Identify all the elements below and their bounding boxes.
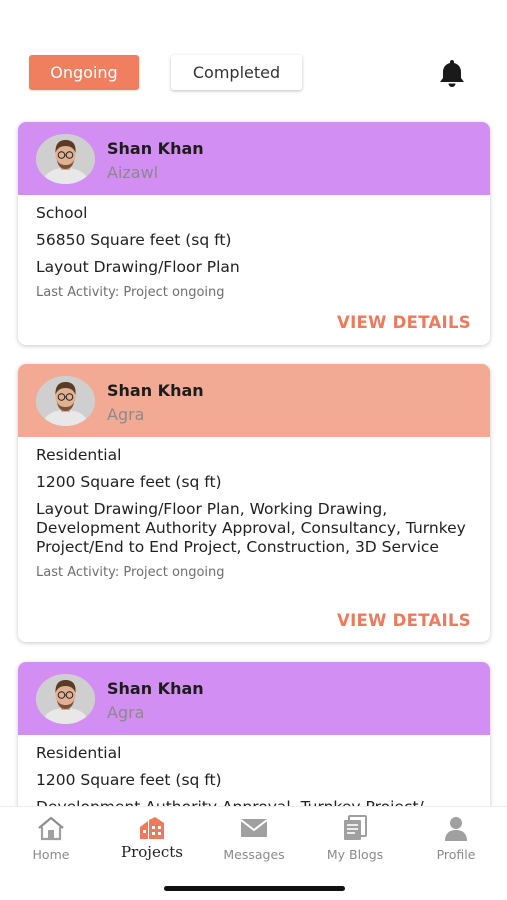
view-details-button[interactable]: VIEW DETAILS (337, 611, 471, 630)
nav-projects-label: Projects (121, 843, 183, 861)
nav-messages[interactable]: Messages (204, 815, 304, 862)
project-list: Shan Khan Aizawl School 56850 Square fee… (0, 104, 507, 806)
client-name: Shan Khan (107, 381, 204, 400)
project-services: Layout Drawing/Floor Plan (36, 258, 240, 276)
project-area: 1200 Square feet (sq ft) (36, 473, 222, 491)
project-type: Residential (36, 446, 122, 464)
card-header: Shan Khan Agra (18, 662, 490, 735)
project-type: School (36, 204, 88, 222)
nav-profile[interactable]: Profile (406, 815, 506, 862)
blogs-icon (344, 815, 367, 840)
last-activity: Last Activity: Project ongoing (36, 285, 225, 300)
tab-ongoing[interactable]: Ongoing (29, 55, 139, 90)
client-city: Agra (107, 405, 145, 424)
project-services: Development Authority Approval, Turnkey … (36, 798, 472, 806)
nav-home[interactable]: Home (1, 815, 101, 862)
nav-home-label: Home (32, 847, 70, 862)
top-bar: Ongoing Completed (0, 0, 507, 104)
project-card: Shan Khan Agra Residential 1200 Square f… (18, 364, 490, 642)
avatar (36, 674, 95, 724)
project-card: Shan Khan Agra Residential 1200 Square f… (18, 662, 490, 806)
project-services: Layout Drawing/Floor Plan, Working Drawi… (36, 500, 466, 556)
project-area: 56850 Square feet (sq ft) (36, 231, 232, 249)
home-indicator (164, 886, 345, 891)
nav-profile-label: Profile (436, 847, 476, 862)
nav-my-blogs[interactable]: My Blogs (305, 815, 405, 862)
client-city: Aizawl (107, 163, 159, 182)
nav-my-blogs-label: My Blogs (326, 847, 384, 862)
project-card: Shan Khan Aizawl School 56850 Square fee… (18, 122, 490, 345)
avatar (36, 134, 95, 184)
home-icon (38, 816, 64, 841)
project-type: Residential (36, 744, 122, 762)
client-name: Shan Khan (107, 139, 204, 158)
mail-icon (240, 819, 268, 837)
bell-icon[interactable] (438, 58, 466, 88)
projects-icon (140, 817, 164, 839)
last-activity: Last Activity: Project ongoing (36, 565, 225, 580)
project-area: 1200 Square feet (sq ft) (36, 771, 222, 789)
profile-icon (445, 817, 467, 841)
avatar (36, 376, 95, 426)
card-header: Shan Khan Agra (18, 364, 490, 437)
card-header: Shan Khan Aizawl (18, 122, 490, 195)
view-details-button[interactable]: VIEW DETAILS (337, 313, 471, 332)
nav-projects[interactable]: Projects (102, 815, 202, 861)
client-name: Shan Khan (107, 679, 204, 698)
tab-completed[interactable]: Completed (171, 55, 302, 90)
nav-messages-label: Messages (223, 847, 285, 862)
client-city: Agra (107, 703, 145, 722)
